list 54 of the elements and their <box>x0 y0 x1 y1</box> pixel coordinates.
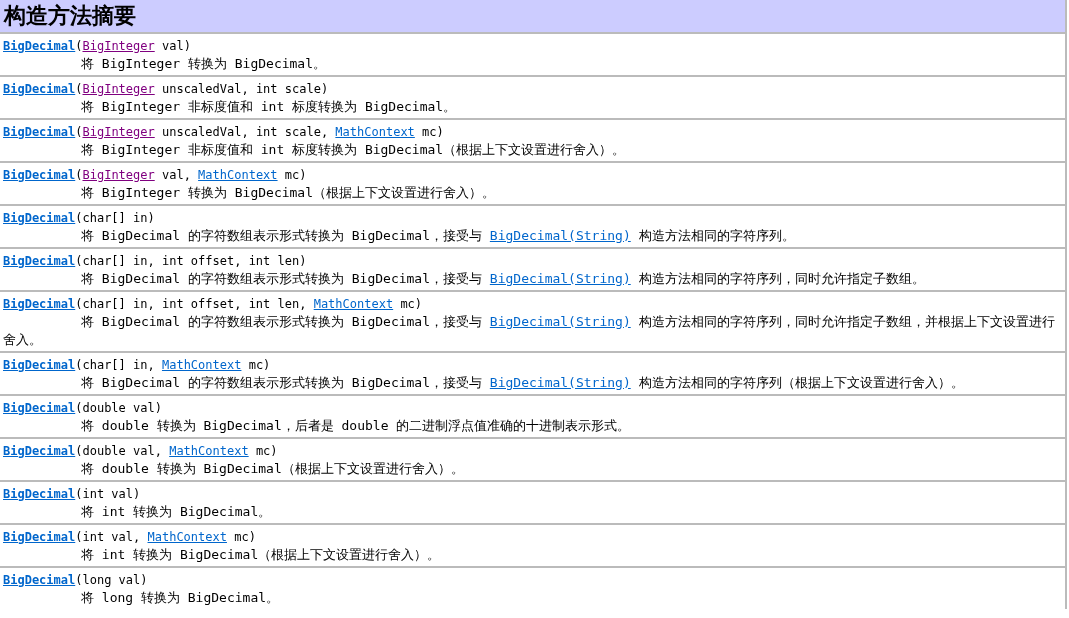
constructor-link[interactable]: BigDecimal <box>3 125 76 139</box>
type-link[interactable]: MathContext <box>313 297 394 311</box>
constructor-signature: BigDecimal(BigInteger val) <box>3 38 192 55</box>
constructor-description: 将 BigDecimal 的字符数组表示形式转换为 BigDecimal，接受与 BigDecimal(String) 构造方法相同的字符序列，同时允许指定子数组，并根据上下文设置进行舍入。 <box>3 313 1056 349</box>
constructor-signature: BigDecimal(char[] in, MathContext mc) <box>3 357 272 374</box>
constructor-description: 将 BigDecimal 的字符数组表示形式转换为 BigDecimal，接受与 BigDecimal(String) 构造方法相同的字符序列。 <box>80 227 796 245</box>
constructor-signature: BigDecimal(char[] in) <box>3 210 156 227</box>
constructor-description: 将 BigDecimal 的字符数组表示形式转换为 BigDecimal，接受与 BigDecimal(String) 构造方法相同的字符序列，同时允许指定子数组。 <box>80 270 926 288</box>
constructor-link[interactable]: BigDecimal <box>3 211 76 225</box>
constructor-link[interactable]: BigDecimal <box>3 358 76 372</box>
constructor-description: 将 BigInteger 非标度值和 int 标度转换为 BigDecimal。 <box>80 98 458 116</box>
constructor-link[interactable]: BigDecimal <box>3 297 76 311</box>
constructor-signature: BigDecimal(char[] in, int offset, int len, MathContext mc) <box>3 296 424 313</box>
constructor-link[interactable]: BigDecimal <box>3 573 76 587</box>
constructor-link[interactable]: BigDecimal <box>3 168 76 182</box>
constructor-link[interactable]: BigDecimal <box>3 82 76 96</box>
constructor-signature: BigDecimal(long val) <box>3 572 149 589</box>
type-link[interactable]: BigInteger <box>82 125 155 139</box>
constructor-description: 将 int 转换为 BigDecimal。 <box>80 503 273 521</box>
constructor-link[interactable]: BigDecimal <box>3 39 76 53</box>
constructor-description: 将 double 转换为 BigDecimal，后者是 double 的二进制浮点值准确的十进制表示形式。 <box>80 417 632 435</box>
constructor-reference-link[interactable]: BigDecimal(String) <box>489 375 631 390</box>
constructor-description: 将 BigDecimal 的字符数组表示形式转换为 BigDecimal，接受与 BigDecimal(String) 构造方法相同的字符序列（根据上下文设置进行舍入）。 <box>80 374 965 392</box>
constructor-description: 将 int 转换为 BigDecimal（根据上下文设置进行舍入）。 <box>80 546 442 564</box>
constructor-signature: BigDecimal(int val) <box>3 486 142 503</box>
type-link[interactable]: BigInteger <box>82 82 155 96</box>
constructor-reference-link[interactable]: BigDecimal(String) <box>489 314 631 329</box>
constructor-description: 将 double 转换为 BigDecimal（根据上下文设置进行舍入）。 <box>80 460 465 478</box>
constructor-link[interactable]: BigDecimal <box>3 487 76 501</box>
section-title: 构造方法摘要 <box>0 0 1065 32</box>
constructor-link[interactable]: BigDecimal <box>3 254 76 268</box>
constructor-description: 将 BigInteger 非标度值和 int 标度转换为 BigDecimal（根据上下文设置进行舍入）。 <box>80 141 627 159</box>
constructor-link[interactable]: BigDecimal <box>3 530 76 544</box>
type-link[interactable]: MathContext <box>335 125 415 139</box>
constructor-link[interactable]: BigDecimal <box>3 444 76 458</box>
type-link[interactable]: MathContext <box>169 444 249 458</box>
constructor-reference-link[interactable]: BigDecimal(String) <box>489 228 631 243</box>
constructor-link[interactable]: BigDecimal <box>3 401 76 415</box>
type-link[interactable]: BigInteger <box>82 168 155 182</box>
constructor-signature: BigDecimal(char[] in, int offset, int len) <box>3 253 308 270</box>
constructor-description: 将 long 转换为 BigDecimal。 <box>80 589 281 607</box>
constructor-signature: BigDecimal(int val, MathContext mc) <box>3 529 257 546</box>
constructor-description: 将 BigInteger 转换为 BigDecimal。 <box>80 55 327 73</box>
type-link[interactable]: MathContext <box>147 530 227 544</box>
constructor-reference-link[interactable]: BigDecimal(String) <box>489 271 631 286</box>
constructor-signature: BigDecimal(BigInteger unscaledVal, int scale, MathContext mc) <box>3 124 445 141</box>
constructor-signature: BigDecimal(BigInteger val, MathContext mc) <box>3 167 308 184</box>
constructor-signature: BigDecimal(BigInteger unscaledVal, int scale) <box>3 81 330 98</box>
type-link[interactable]: MathContext <box>161 358 242 372</box>
type-link[interactable]: BigInteger <box>82 39 155 53</box>
constructor-description: 将 BigInteger 转换为 BigDecimal（根据上下文设置进行舍入）。 <box>80 184 496 202</box>
type-link[interactable]: MathContext <box>198 168 278 182</box>
constructor-signature: BigDecimal(double val, MathContext mc) <box>3 443 279 460</box>
constructor-signature: BigDecimal(double val) <box>3 400 163 417</box>
